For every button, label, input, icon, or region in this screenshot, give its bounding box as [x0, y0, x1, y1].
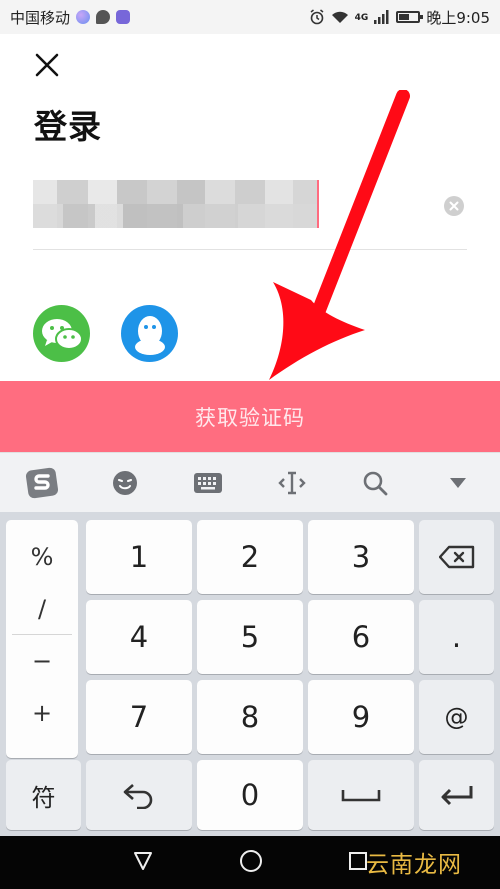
clear-input-button[interactable] [444, 196, 464, 216]
key-7[interactable]: 7 [86, 680, 192, 754]
recent-apps-button[interactable] [348, 851, 368, 875]
back-button[interactable] [132, 850, 154, 876]
numeric-keyboard: % / − + 1 2 3 4 5 6 7 8 9 . @ 符 0 [0, 512, 500, 836]
symbol-key-plus[interactable]: + [6, 688, 78, 738]
emoji-face-icon [112, 470, 137, 495]
key-1[interactable]: 1 [86, 520, 192, 594]
emoji-button[interactable] [101, 459, 149, 507]
key-0[interactable]: 0 [197, 760, 303, 830]
enter-icon [441, 786, 472, 806]
undo-arrow-icon [123, 784, 153, 809]
notification-app-icon [76, 10, 91, 24]
symbol-key-percent[interactable]: % [6, 532, 78, 582]
qq-penguin-icon [134, 315, 165, 355]
search-icon [363, 471, 388, 495]
sogou-logo-icon [25, 467, 58, 498]
symbol-panel: % / − + [6, 520, 78, 758]
ime-toolbar [0, 452, 500, 512]
qq-login-button[interactable] [121, 305, 178, 362]
enter-key[interactable] [419, 760, 494, 830]
signal-icon [374, 10, 390, 24]
backspace-key[interactable] [419, 520, 494, 594]
space-key[interactable] [308, 760, 414, 830]
key-at[interactable]: @ [419, 680, 494, 754]
recent-square-icon [348, 851, 367, 870]
key-6[interactable]: 6 [308, 600, 414, 674]
close-button[interactable] [30, 48, 64, 82]
phone-number-input[interactable] [33, 180, 467, 250]
symbol-key-minus[interactable]: − [6, 636, 78, 686]
get-verification-code-button[interactable]: 获取验证码 [0, 381, 500, 452]
undo-key[interactable] [86, 760, 192, 830]
search-button[interactable] [351, 459, 399, 507]
key-2[interactable]: 2 [197, 520, 303, 594]
status-bar: 中国移动 4G 晚上9:05 [0, 0, 500, 34]
watermark-text: 云南龙网 [366, 852, 462, 878]
key-4[interactable]: 4 [86, 600, 192, 674]
close-icon [35, 53, 59, 77]
backspace-icon [438, 545, 474, 569]
text-cursor [317, 180, 319, 228]
chat-notification-icon [116, 10, 131, 24]
alarm-icon [309, 9, 325, 25]
message-notification-icon [96, 10, 111, 24]
wifi-icon [331, 10, 349, 24]
key-8[interactable]: 8 [197, 680, 303, 754]
key-dot[interactable]: . [419, 600, 494, 674]
wechat-icon [41, 318, 83, 350]
collapse-keyboard-button[interactable] [434, 459, 482, 507]
home-button[interactable] [239, 849, 263, 877]
text-cursor-icon [277, 471, 306, 494]
keyboard-switch-button[interactable] [184, 459, 232, 507]
clock-label: 晚上9:05 [426, 8, 490, 27]
symbol-key-slash[interactable]: / [6, 584, 78, 634]
triangle-down-icon [450, 477, 467, 488]
space-bar-icon [341, 790, 381, 802]
network-type-label: 4G [354, 12, 369, 23]
sogou-logo-button[interactable] [18, 459, 66, 507]
symbol-divider [12, 634, 72, 635]
symbol-mode-key[interactable]: 符 [6, 760, 81, 830]
page-title: 登录 [34, 107, 102, 146]
key-5[interactable]: 5 [197, 600, 303, 674]
battery-icon [396, 11, 424, 23]
home-circle-icon [239, 849, 262, 872]
blurred-phone-number [33, 180, 317, 228]
wechat-login-button[interactable] [33, 305, 90, 362]
back-triangle-icon [134, 851, 153, 870]
key-3[interactable]: 3 [308, 520, 414, 594]
cursor-move-button[interactable] [268, 459, 316, 507]
keyboard-icon [194, 472, 223, 493]
carrier-label: 中国移动 [10, 8, 71, 27]
key-9[interactable]: 9 [308, 680, 414, 754]
clear-icon [449, 201, 459, 211]
